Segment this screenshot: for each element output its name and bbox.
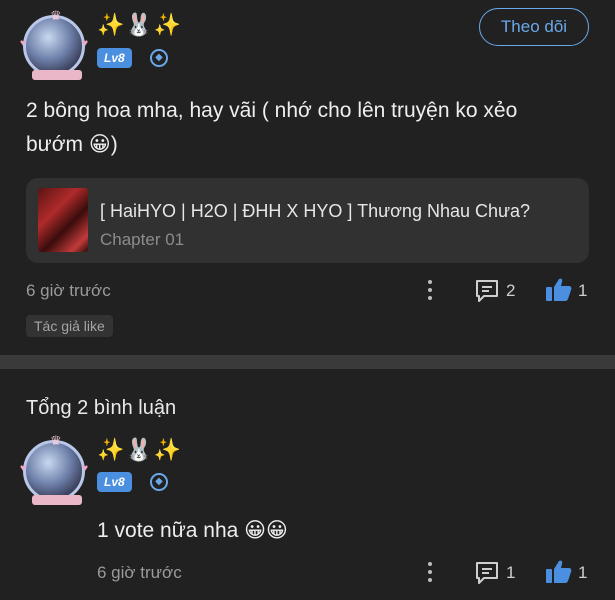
section-divider (0, 355, 615, 369)
post-avatar[interactable]: ♛ ♥ ♥ (20, 8, 88, 80)
verified-badge-icon: ◆ (150, 473, 168, 491)
level-badge: Lv8 (97, 48, 132, 68)
story-title: [ HaiHYO | H2O | ĐHH X HYO ] Thương Nhau… (100, 201, 531, 221)
bow-icon: ♥ (20, 38, 26, 49)
comment-icon[interactable] (474, 278, 500, 309)
thumbs-up-icon[interactable] (545, 277, 573, 308)
crown-icon: ♛ (50, 433, 62, 448)
avatar-ribbon (32, 70, 82, 80)
story-chapter: Chapter 01 (100, 230, 185, 249)
post-reply-count: 2 (506, 281, 516, 300)
comments-count-header: Tổng 2 bình luận (26, 397, 177, 419)
reply-username[interactable]: ✨🐰✨ (97, 437, 182, 463)
post-like-count: 1 (578, 281, 588, 300)
comment-icon[interactable] (474, 560, 500, 591)
reply-text: 1 vote nữa nha 😀😀 (97, 519, 288, 542)
more-vertical-icon[interactable] (427, 280, 433, 304)
more-vertical-icon[interactable] (427, 562, 433, 586)
verified-badge-icon: ◆ (150, 49, 168, 67)
reply-like-count: 1 (578, 563, 588, 582)
post-text-line1: 2 bông hoa mha, hay vãi ( nhớ cho lên tr… (26, 99, 518, 122)
level-badge: Lv8 (97, 472, 132, 492)
reply-reply-count: 1 (506, 563, 516, 582)
crown-icon: ♛ (50, 8, 62, 23)
bow-icon: ♥ (82, 463, 88, 474)
author-like-badge: Tác giả like (26, 315, 113, 337)
bow-icon: ♥ (20, 463, 26, 474)
story-thumbnail (38, 188, 88, 252)
reply-time: 6 giờ trước (97, 563, 182, 582)
follow-button[interactable]: Theo dõi (479, 8, 589, 46)
post-text-line2: bướm 😀) (26, 133, 118, 156)
bow-icon: ♥ (82, 38, 88, 49)
post-time: 6 giờ trước (26, 281, 111, 300)
story-card[interactable]: [ HaiHYO | H2O | ĐHH X HYO ] Thương Nhau… (26, 178, 589, 263)
post-username[interactable]: ✨🐰✨ (97, 12, 182, 38)
thumbs-up-icon[interactable] (545, 559, 573, 590)
reply-avatar[interactable]: ♛ ♥ ♥ (20, 433, 88, 505)
avatar-ribbon (32, 495, 82, 505)
